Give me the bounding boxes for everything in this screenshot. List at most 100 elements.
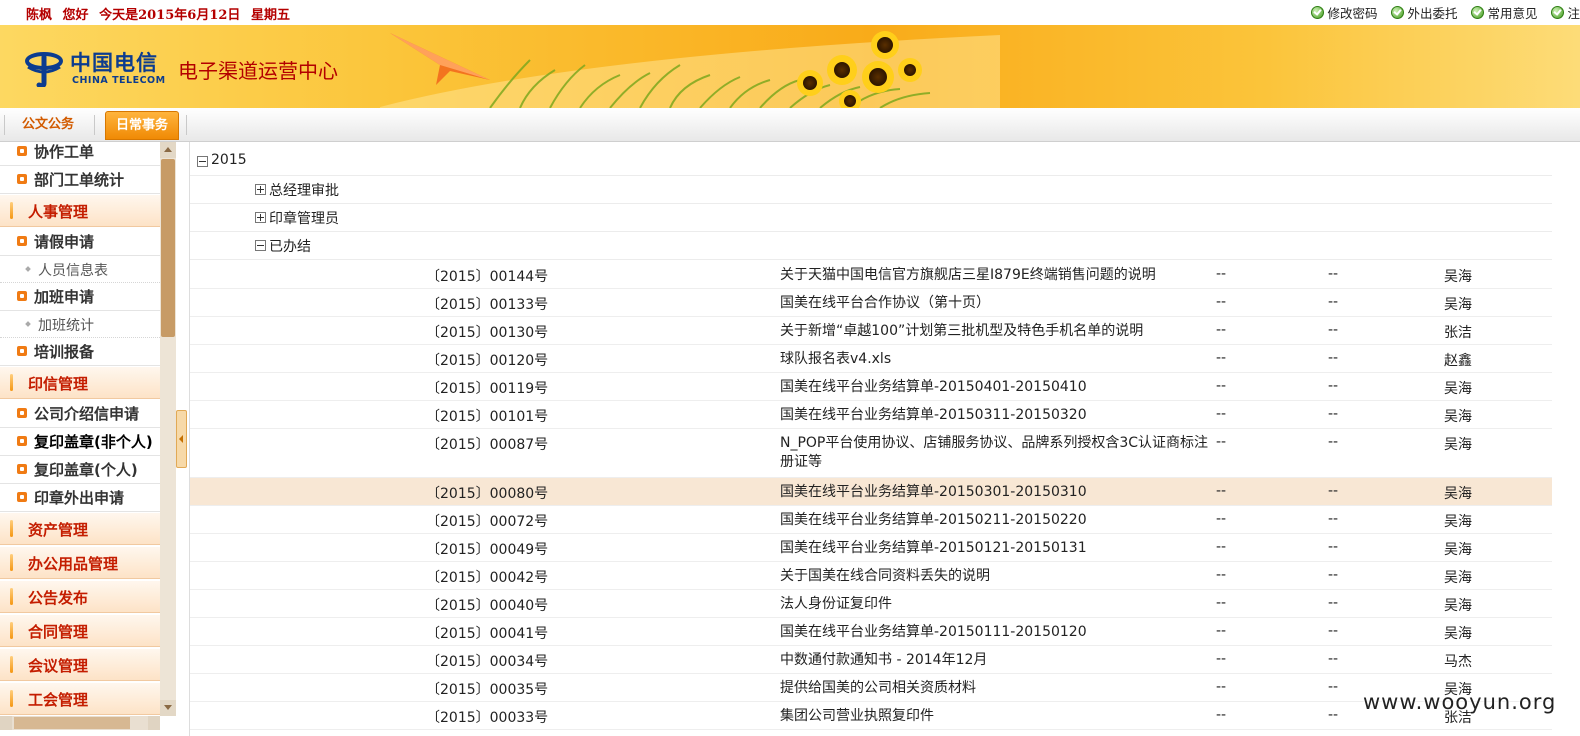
sidebar-subitem[interactable]: 加班统计 [0, 311, 160, 338]
document-row[interactable]: 〔2015〕00101号 国美在线平台业务结算单-20150311-2015032… [190, 401, 1552, 429]
sidebar-item[interactable]: 部门工单统计 [0, 166, 160, 194]
arrow-bullet-icon [17, 346, 27, 356]
document-row[interactable]: 〔2015〕00087号 N_POP平台使用协议、店铺服务协议、品牌系列授权含3C… [190, 429, 1552, 478]
sidebar-item[interactable]: 复印盖章(非个人) [0, 428, 160, 456]
tree-node-seal-admin[interactable]: 印章管理员 [190, 204, 1552, 232]
sidebar-item[interactable]: 复印盖章(个人) [0, 456, 160, 484]
sidebar-category[interactable]: 会议管理 [0, 648, 160, 681]
link-label: 注 [1567, 6, 1580, 21]
document-field: -- [1328, 511, 1339, 527]
expand-toggle-icon[interactable] [255, 212, 266, 223]
document-field: -- [1216, 294, 1227, 310]
sidebar-item[interactable]: 协作工单 [0, 142, 160, 166]
sidebar-item-label: 培训报备 [34, 343, 95, 361]
sidebar-item-label: 公告发布 [28, 589, 89, 607]
sidebar-subitem[interactable]: 人员信息表 [0, 256, 160, 283]
document-person: 吴海 [1444, 486, 1472, 502]
sidebar-item[interactable]: 加班申请 [0, 283, 160, 311]
arrow-bullet-icon [17, 492, 27, 502]
sidebar-category[interactable]: 办公用品管理 [0, 546, 160, 579]
scrollbar-thumb[interactable] [161, 159, 175, 337]
document-row[interactable]: 〔2015〕00040号 法人身份证复印件 -- -- 吴海 [190, 590, 1552, 618]
document-field: -- [1328, 623, 1339, 639]
change-password-link[interactable]: 修改密码 [1311, 3, 1378, 22]
document-number: 〔2015〕00042号 [426, 570, 549, 586]
document-row[interactable]: 〔2015〕00049号 国美在线平台业务结算单-20150121-2015013… [190, 534, 1552, 562]
collapse-toggle-icon[interactable] [197, 156, 208, 167]
document-field: -- [1328, 651, 1339, 667]
scroll-left-button[interactable] [0, 716, 12, 730]
document-row[interactable]: 〔2015〕00042号 关于国美在线合同资料丢失的说明 -- -- 吴海 [190, 562, 1552, 590]
top-links: 修改密码 外出委托 常用意见 注 [1311, 3, 1580, 22]
document-number: 〔2015〕00133号 [426, 297, 549, 313]
document-row[interactable]: 〔2015〕00035号 提供给国美的公司相关资质材料 -- -- 吴海 [190, 674, 1552, 702]
sidebar-item[interactable]: 公司介绍信申请 [0, 400, 160, 428]
tree-year-node[interactable]: 2015 [190, 148, 1552, 176]
document-row[interactable]: 〔2015〕00034号 中数通付款通知书 - 2014年12月 -- -- 马杰 [190, 646, 1552, 674]
category-marker-icon [10, 374, 13, 391]
document-person: 吴海 [1444, 381, 1472, 397]
document-person: 吴海 [1444, 437, 1472, 453]
common-opinions-link[interactable]: 常用意见 [1471, 3, 1538, 22]
horizontal-scrollbar-thumb[interactable] [14, 717, 130, 729]
document-row[interactable]: 〔2015〕00072号 国美在线平台业务结算单-20150211-2015022… [190, 506, 1552, 534]
document-title: 球队报名表v4.xls [780, 351, 892, 367]
tab-daily-affairs[interactable]: 日常事务 [105, 111, 179, 140]
sidebar-item[interactable]: 请假申请 [0, 228, 160, 256]
tab-official-documents[interactable]: 公文公务 [12, 111, 84, 139]
tree-node-label: 印章管理员 [269, 211, 339, 227]
document-title: 中数通付款通知书 - 2014年12月 [780, 652, 988, 668]
sidebar-category[interactable]: 工会管理 [0, 682, 160, 715]
document-row[interactable]: 〔2015〕00120号 球队报名表v4.xls -- -- 赵鑫 [190, 345, 1552, 373]
category-marker-icon [10, 656, 13, 673]
document-row[interactable]: 〔2015〕00119号 国美在线平台业务结算单-20150401-2015041… [190, 373, 1552, 401]
document-person: 吴海 [1444, 626, 1472, 642]
arrow-bullet-icon [17, 291, 27, 301]
date-text: 今天是2015年6月12日 [99, 8, 241, 23]
site-title: 电子渠道运营中心 [178, 59, 338, 83]
sidebar-category[interactable]: 人事管理 [0, 194, 160, 227]
top-user-bar: 陈枫 您好 今天是2015年6月12日 星期五 修改密码 外出委托 常用意见 注 [0, 0, 1580, 24]
category-marker-icon [10, 622, 13, 639]
document-row[interactable]: 〔2015〕00041号 国美在线平台业务结算单-20150111-2015012… [190, 618, 1552, 646]
document-title: 提供给国美的公司相关资质材料 [780, 680, 976, 696]
sidebar-item[interactable]: 培训报备 [0, 338, 160, 366]
scroll-right-button[interactable] [148, 716, 160, 730]
tree-node-completed[interactable]: 已办结 [190, 232, 1552, 260]
document-field: -- [1328, 322, 1339, 338]
out-delegate-link[interactable]: 外出委托 [1391, 3, 1458, 22]
sidebar-category[interactable]: 合同管理 [0, 614, 160, 647]
document-field: -- [1328, 294, 1339, 310]
header-banner: 中国电信 CHINA TELECOM 电子渠道运营中心 [0, 25, 1580, 109]
document-field: -- [1328, 434, 1339, 450]
document-row[interactable]: 〔2015〕00133号 国美在线平台合作协议（第十页） -- -- 吴海 [190, 289, 1552, 317]
document-title: N_POP平台使用协议、店铺服务协议、品牌系列授权含3C认证商标注册证等 [780, 435, 1209, 470]
collapse-sidebar-handle[interactable] [176, 410, 187, 468]
banner-decoration [380, 31, 1000, 108]
logo-chinese-text: 中国电信 [70, 50, 158, 75]
sidebar-scrollbar[interactable] [160, 142, 176, 716]
sidebar-item[interactable]: 印章外出申请 [0, 484, 160, 512]
document-row[interactable]: 〔2015〕00080号 国美在线平台业务结算单-20150301-2015031… [190, 478, 1552, 506]
scroll-down-button[interactable] [160, 700, 176, 716]
document-person: 吴海 [1444, 542, 1472, 558]
document-field: -- [1328, 595, 1339, 611]
sidebar-item-label: 印章外出申请 [34, 489, 125, 507]
weekday-text: 星期五 [250, 8, 290, 23]
document-row[interactable]: 〔2015〕00144号 关于天猫中国电信官方旗舰店三星I879E终端销售问题的说… [190, 261, 1552, 289]
document-field: -- [1216, 679, 1227, 695]
document-field: -- [1216, 651, 1227, 667]
expand-toggle-icon[interactable] [255, 184, 266, 195]
document-row[interactable]: 〔2015〕00130号 关于新增“卓越100”计划第三批机型及特色手机名单的说明… [190, 317, 1552, 345]
truncated-link[interactable]: 注 [1551, 3, 1580, 22]
sidebar-horizontal-scrollbar[interactable] [0, 716, 160, 730]
sidebar-category[interactable]: 资产管理 [0, 512, 160, 545]
document-title: 国美在线平台业务结算单-20150211-20150220 [780, 512, 1087, 528]
tree-node-gm-approval[interactable]: 总经理审批 [190, 176, 1552, 204]
scroll-up-button[interactable] [160, 142, 176, 158]
document-title: 法人身份证复印件 [780, 596, 892, 612]
document-row[interactable]: 〔2015〕00033号 集团公司营业执照复印件 -- -- 张洁 [190, 702, 1552, 730]
sidebar-category[interactable]: 印信管理 [0, 366, 160, 399]
sidebar-category[interactable]: 公告发布 [0, 580, 160, 613]
collapse-toggle-icon[interactable] [255, 240, 266, 251]
